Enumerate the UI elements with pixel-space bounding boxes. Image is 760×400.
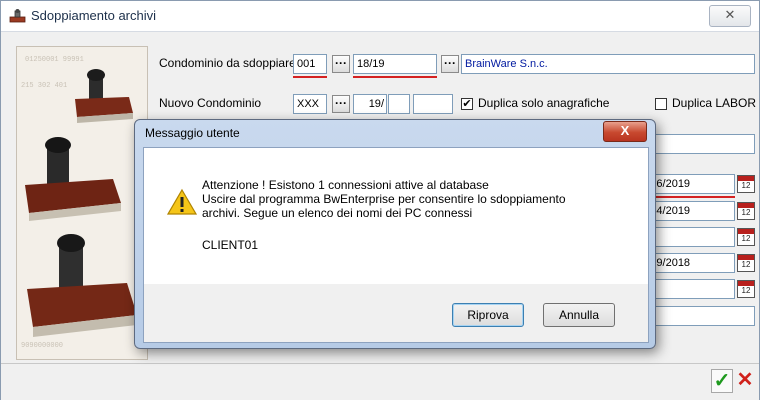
calendar-icon[interactable]: 12 [737, 228, 755, 246]
cancel-x-icon[interactable]: ✕ [735, 369, 755, 391]
dialog-title: Messaggio utente [145, 126, 240, 140]
warning-icon [167, 188, 197, 215]
nuovo-year-field[interactable]: 19/ [353, 94, 387, 114]
dialog-message-line-2: Uscire dal programma BwEnterprise per co… [202, 192, 566, 206]
confirm-check-icon[interactable]: ✓ [711, 369, 733, 393]
calendar-icon[interactable]: 12 [737, 280, 755, 298]
title-bar: Sdoppiamento archivi ✕ [1, 1, 759, 32]
hidden-field[interactable] [649, 134, 755, 154]
condominio-label: Condominio da sdoppiare [159, 56, 296, 70]
svg-text:01250001 99991: 01250001 99991 [25, 56, 84, 64]
dialog-close-button[interactable]: X [603, 121, 647, 142]
client-name: CLIENT01 [202, 238, 259, 252]
window-title: Sdoppiamento archivi [31, 8, 157, 23]
condominio-code-field[interactable]: 001 [293, 54, 327, 74]
stamp-app-icon [9, 9, 26, 23]
dialog-message-line-1: Attenzione ! Esistono 1 connessioni atti… [202, 178, 489, 192]
cancel-button[interactable]: Annulla [543, 303, 615, 327]
nuovo-code-field[interactable]: XXX [293, 94, 327, 114]
year-lookup-button[interactable]: ··· [441, 55, 459, 73]
condominio-name-field[interactable]: BrainWare S.n.c. [461, 54, 755, 74]
required-underline [353, 76, 437, 78]
condominio-lookup-button[interactable]: ··· [332, 55, 350, 73]
nuovo-lookup-button[interactable]: ··· [332, 95, 350, 113]
nuovo-year-second-field[interactable] [388, 94, 410, 114]
nuovo-condominio-label: Nuovo Condominio [159, 96, 262, 110]
svg-text:215 302 401: 215 302 401 [21, 82, 67, 90]
duplica-labor-label: Duplica LABOR [672, 96, 757, 110]
retry-button[interactable]: Riprova [452, 303, 524, 327]
rubber-stamps-illustration: 01250001 99991 215 302 401 9090000000 [17, 47, 147, 359]
duplica-anagrafiche-label: Duplica solo anagrafiche [478, 96, 610, 110]
svg-text:9090000000: 9090000000 [21, 342, 63, 350]
stamps-image: 01250001 99991 215 302 401 9090000000 [16, 46, 148, 360]
dialog-message-area: Attenzione ! Esistono 1 connessioni atti… [144, 148, 648, 284]
calendar-icon[interactable]: 12 [737, 254, 755, 272]
nuovo-extra-field[interactable] [413, 94, 453, 114]
window-close-button[interactable]: ✕ [709, 5, 751, 27]
duplica-labor-checkbox[interactable] [655, 98, 667, 110]
required-underline [293, 76, 327, 78]
dialog-message-line-3: archivi. Segue un elenco dei nomi dei PC… [202, 206, 473, 220]
bottom-bar [1, 363, 759, 400]
user-message-dialog: Messaggio utente X Attenzione ! Esistono… [134, 119, 656, 349]
dialog-body: Attenzione ! Esistono 1 connessioni atti… [143, 147, 649, 343]
calendar-icon[interactable]: 12 [737, 202, 755, 220]
calendar-icon[interactable]: 12 [737, 175, 755, 193]
condominio-year-field[interactable]: 18/19 [353, 54, 437, 74]
duplica-anagrafiche-checkbox[interactable]: ✔ [461, 98, 473, 110]
